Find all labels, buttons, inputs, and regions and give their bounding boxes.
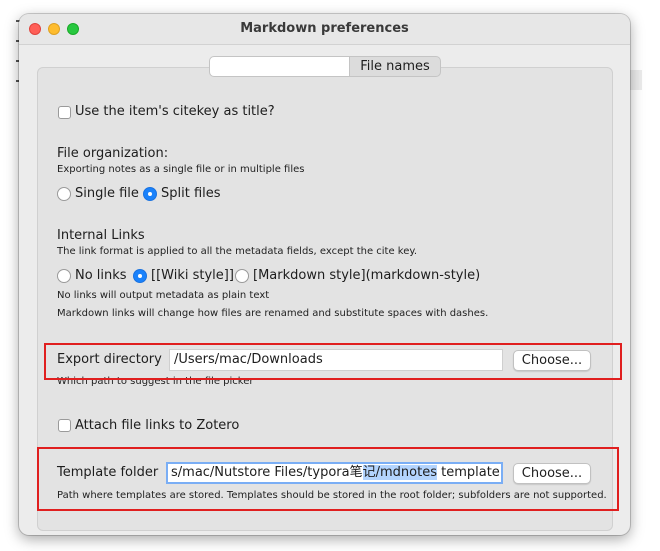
markdown-links-note: Markdown links will change how files are…	[57, 308, 489, 319]
file-organization-description: Exporting notes as a single file or in m…	[57, 164, 305, 175]
citekey-checkbox[interactable]	[58, 106, 71, 119]
radio-wiki-style-label: [[Wiki style]]	[151, 268, 234, 283]
file-organization-heading: File organization:	[57, 146, 169, 161]
radio-no-links[interactable]	[57, 269, 71, 283]
title-bar: Markdown preferences	[19, 14, 630, 45]
highlight-box-template-folder	[37, 447, 619, 511]
background-window-strip	[628, 70, 642, 90]
tab-file-names[interactable]: File names	[349, 56, 441, 77]
attach-links-checkbox[interactable]	[58, 419, 71, 432]
internal-links-description: The link format is applied to all the me…	[57, 246, 418, 257]
radio-split-files[interactable]	[143, 187, 157, 201]
radio-markdown-style[interactable]	[235, 269, 249, 283]
attach-links-label: Attach file links to Zotero	[75, 418, 240, 433]
radio-no-links-label: No links	[75, 268, 127, 283]
radio-markdown-style-label: [Markdown style](markdown-style)	[253, 268, 481, 283]
radio-split-files-label: Split files	[161, 186, 221, 201]
citekey-label: Use the item's citekey as title?	[75, 104, 275, 119]
no-links-note: No links will output metadata as plain t…	[57, 290, 270, 301]
window-title: Markdown preferences	[240, 21, 409, 36]
highlight-box-export-directory	[44, 343, 622, 380]
radio-wiki-style[interactable]	[133, 269, 147, 283]
internal-links-heading: Internal Links	[57, 228, 145, 243]
radio-single-file-label: Single file	[75, 186, 139, 201]
tab-blank[interactable]	[209, 56, 350, 77]
radio-single-file[interactable]	[57, 187, 71, 201]
